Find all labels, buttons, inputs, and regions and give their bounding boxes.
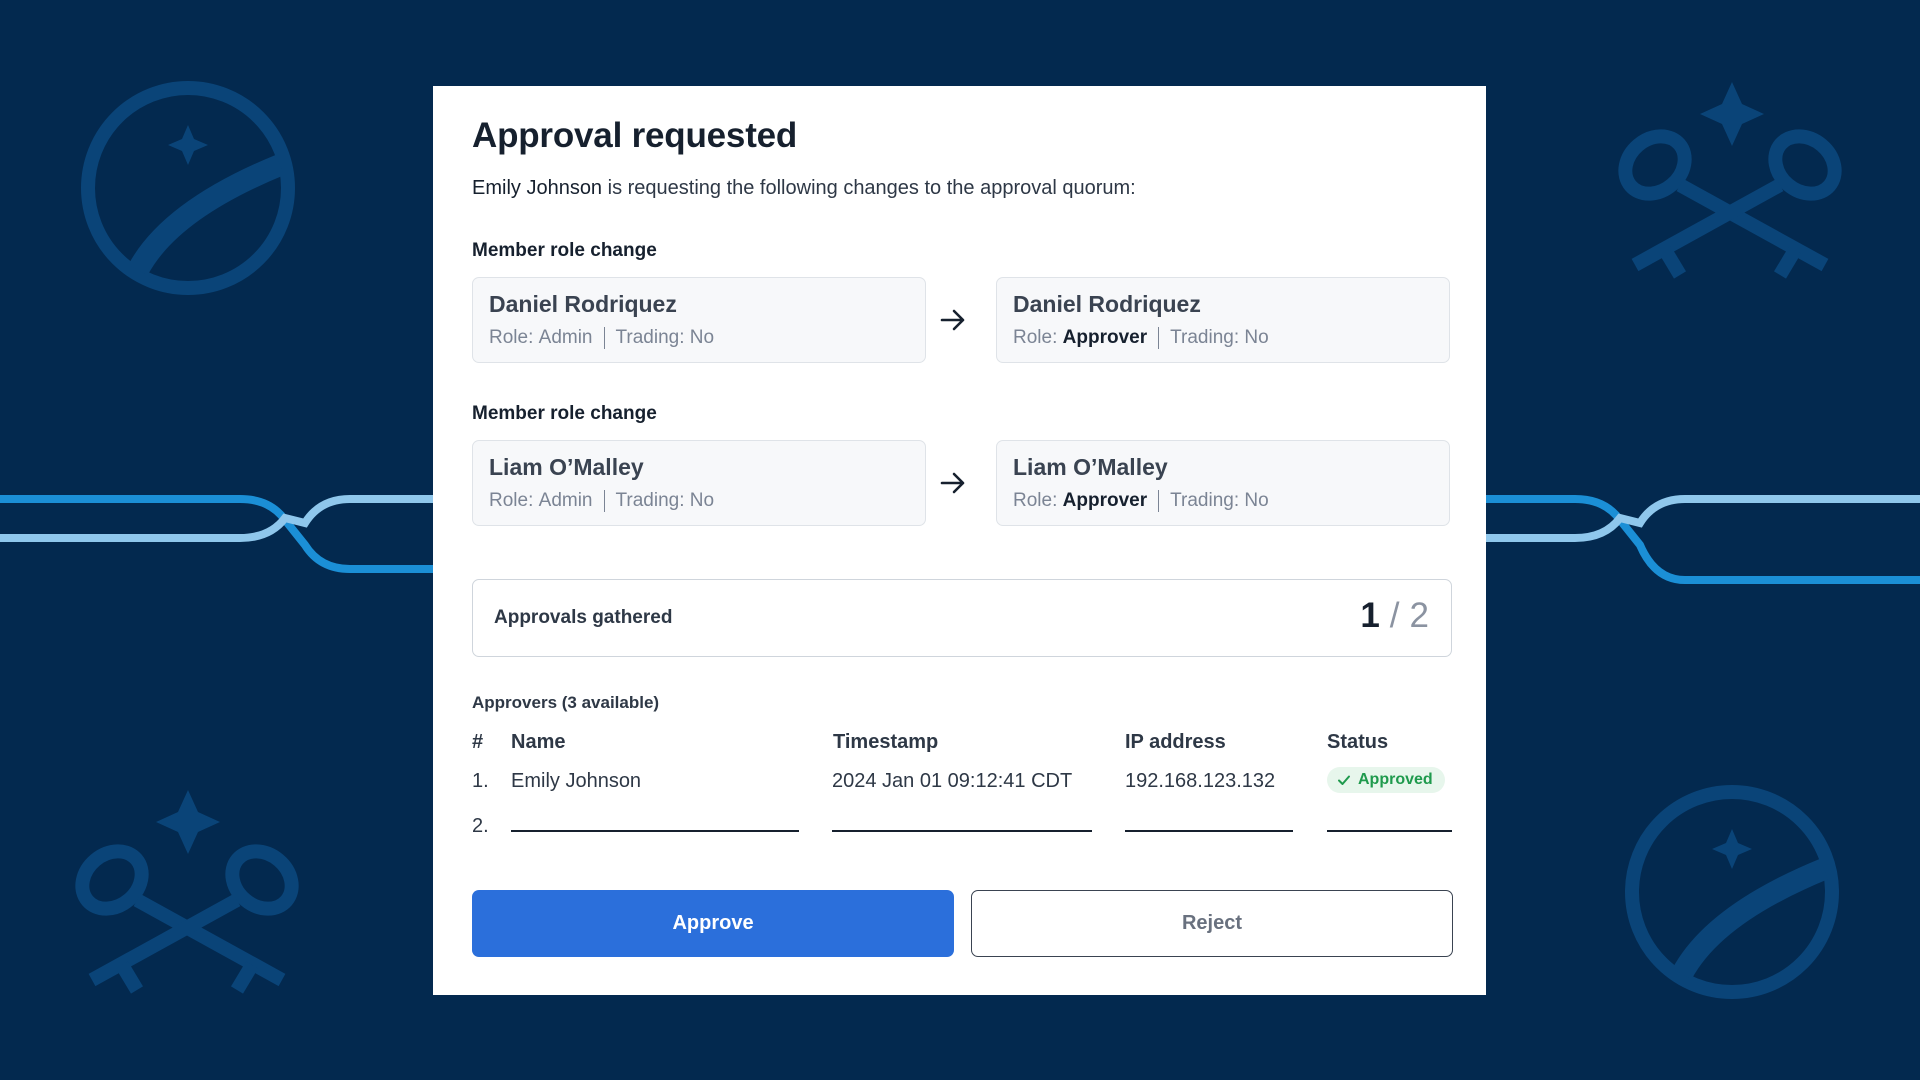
row-number: 2. (472, 815, 489, 837)
change-label: Member role change (472, 403, 657, 424)
request-description-text: is requesting the following changes to t… (602, 177, 1136, 199)
meta-divider (1158, 327, 1160, 349)
crossed-keys-icon (75, 790, 299, 994)
approvals-separator: / (1389, 596, 1400, 635)
member-meta: Role: Approver Trading: No (1013, 326, 1433, 350)
role-value: Admin (538, 490, 593, 511)
crossed-keys-icon (1618, 82, 1842, 279)
column-header-ip: IP address (1125, 731, 1226, 753)
pending-timestamp-line (832, 830, 1092, 832)
member-meta: Role: Admin Trading: No (489, 489, 909, 513)
request-description: Emily Johnson is requesting the followin… (472, 177, 1136, 200)
trading-value: Trading: No (615, 327, 715, 348)
pending-name-line (511, 830, 799, 832)
approvals-count: 1 / 2 (1360, 596, 1429, 636)
member-card-before: Daniel Rodriquez Role: Admin Trading: No (472, 277, 926, 363)
column-header-name: Name (511, 731, 566, 753)
reject-button[interactable]: Reject (971, 890, 1453, 957)
approvals-gathered-panel: Approvals gathered 1 / 2 (472, 579, 1452, 657)
approvers-caption: Approvers (3 available) (472, 693, 660, 712)
role-label: Role: (489, 490, 534, 511)
check-icon (1338, 775, 1350, 785)
member-name: Daniel Rodriquez (1013, 291, 1201, 317)
compass-emblem-icon (81, 81, 295, 295)
approver-ip: 192.168.123.132 (1125, 770, 1276, 792)
row-number: 1. (472, 770, 489, 792)
approval-timestamp: 2024 Jan 01 09:12:41 CDT (832, 770, 1073, 792)
trading-value: Trading: No (1170, 327, 1269, 348)
meta-divider (603, 490, 605, 512)
column-header-status: Status (1327, 731, 1389, 753)
change-label: Member role change (472, 240, 657, 261)
pending-ip-line (1125, 830, 1293, 832)
trading-value: Trading: No (615, 490, 715, 511)
crossing-lines-left (0, 495, 440, 573)
approvals-gathered-label: Approvals gathered (494, 607, 673, 628)
compass-emblem-icon (1625, 785, 1839, 999)
member-name: Daniel Rodriquez (489, 291, 677, 317)
role-value: Approver (1062, 490, 1148, 511)
arrow-right-icon (940, 472, 965, 494)
status-badge: Approved (1327, 767, 1445, 793)
member-card-after: Daniel Rodriquez Role: Approver Trading:… (996, 277, 1450, 363)
arrow-right-icon (940, 309, 965, 331)
role-value: Approver (1062, 327, 1148, 348)
member-card-before: Liam O’Malley Role: Admin Trading: No (472, 440, 926, 526)
role-label: Role: (1013, 490, 1058, 511)
status-text: Approved (1358, 771, 1433, 788)
role-label: Role: (1013, 327, 1058, 348)
modal-title: Approval requested (472, 116, 798, 155)
approval-modal: Approval requested Emily Johnson is requ… (433, 86, 1486, 995)
meta-divider (603, 327, 605, 349)
requester-name: Emily Johnson (472, 177, 603, 199)
approve-button[interactable]: Approve (472, 890, 954, 957)
member-meta: Role: Admin Trading: No (489, 326, 909, 350)
meta-divider (1158, 490, 1160, 512)
crossing-lines-right (1480, 495, 1920, 584)
approvals-current: 1 (1360, 596, 1380, 635)
trading-value: Trading: No (1170, 490, 1269, 511)
column-header-timestamp: Timestamp (833, 731, 939, 753)
member-meta: Role: Approver Trading: No (1013, 489, 1433, 513)
member-card-after: Liam O’Malley Role: Approver Trading: No (996, 440, 1450, 526)
role-label: Role: (489, 327, 534, 348)
member-name: Liam O’Malley (489, 454, 644, 480)
approver-name: Emily Johnson (511, 770, 642, 792)
role-value: Admin (538, 327, 593, 348)
column-header-number: # (472, 731, 484, 753)
pending-status-line (1327, 830, 1452, 832)
member-name: Liam O’Malley (1013, 454, 1168, 480)
approvals-required: 2 (1409, 596, 1429, 635)
